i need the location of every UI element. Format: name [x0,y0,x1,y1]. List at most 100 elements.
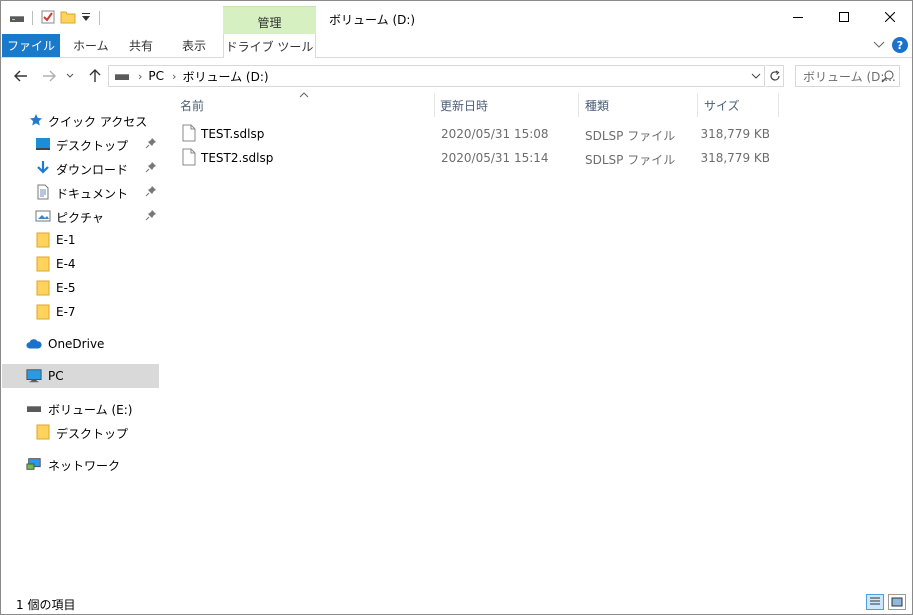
folder-icon [35,280,51,296]
nav-item-folder-e4[interactable]: E-4 [2,252,159,276]
nav-label: クイック アクセス [48,115,148,129]
help-icon: ? [896,38,904,52]
column-divider[interactable] [778,93,779,117]
folder-icon [35,256,51,272]
search-icon [881,70,894,83]
recent-locations-button[interactable] [63,66,77,86]
folder-icon [35,232,51,248]
tab-view[interactable]: 表示 [182,34,206,57]
folder-icon [35,304,51,320]
file-row[interactable]: TEST.sdlsp 2020/05/31 15:08 SDLSP ファイル 3… [180,123,780,145]
file-name: TEST.sdlsp [201,127,265,141]
address-history-button[interactable] [748,66,764,86]
file-icon [182,124,196,142]
computer-icon [26,368,42,384]
pin-icon[interactable] [145,137,157,149]
folder-icon [35,424,51,440]
nav-item-pc[interactable]: PC [2,364,159,388]
nav-item-onedrive[interactable]: OneDrive [2,332,159,356]
ribbon-expand-button[interactable] [872,38,886,52]
refresh-icon [769,70,780,81]
address-bar[interactable]: › PC › ボリューム (D:) [108,65,765,87]
breadcrumb-volume-d[interactable]: ボリューム (D:) [182,68,268,85]
column-header-size[interactable]: サイズ [704,93,778,117]
back-button[interactable] [11,66,31,86]
column-header-date[interactable]: 更新日時 [440,93,578,117]
network-icon [26,456,42,472]
details-view-button[interactable] [866,594,884,610]
chevron-down-icon [751,73,761,79]
pin-icon[interactable] [145,209,157,221]
item-count: 1 個の項目 [16,598,76,612]
pin-icon[interactable] [145,185,157,197]
nav-item-documents[interactable]: ドキュメント [2,180,159,204]
tab-share[interactable]: 共有 [129,34,153,57]
nav-quick-access[interactable]: クイック アクセス [2,108,159,132]
column-label: 種類 [585,98,610,113]
column-header-type[interactable]: 種類 [585,93,697,117]
column-divider[interactable] [578,93,579,117]
help-button[interactable]: ? [892,37,908,53]
large-icons-view-button[interactable] [888,594,906,610]
nav-item-folder-e5[interactable]: E-5 [2,276,159,300]
explorer-window: 管理 ボリューム (D:) ファイル ホーム 共有 表示 ドライブ ツール ? [0,0,913,615]
file-icon [182,148,196,166]
arrow-up-icon [89,69,101,82]
column-divider[interactable] [697,93,698,117]
drive-icon[interactable] [9,9,25,28]
nav-item-folder-e1[interactable]: E-1 [2,228,159,252]
nav-label: E-4 [56,257,76,271]
new-folder-icon[interactable] [60,9,76,28]
star-icon [28,112,44,128]
picture-icon [35,208,51,224]
file-list: 名前 更新日時 種類 サイズ TEST.sdlsp 2020/05/31 15:… [163,92,912,588]
column-label: サイズ [704,98,740,113]
file-date: 2020/05/31 15:08 [441,127,549,141]
nav-label: ダウンロード [56,163,129,177]
search-input[interactable]: ボリューム (D:... [795,65,900,87]
pin-icon[interactable] [145,161,157,173]
address-row: › PC › ボリューム (D:) ボリューム (D:... [1,59,912,92]
drive-icon [114,70,130,82]
properties-icon[interactable] [40,9,56,28]
nav-label: デスクトップ [56,139,129,153]
nav-label: ドキュメント [56,187,129,201]
close-button[interactable] [867,1,913,33]
chevron-down-icon [873,41,885,48]
nav-item-volume-e-desktop[interactable]: デスクトップ [2,420,159,444]
arrow-right-icon [43,70,56,82]
nav-label: E-7 [56,305,76,319]
maximize-button[interactable] [821,1,867,33]
customize-toolbar-icon[interactable] [80,11,92,26]
nav-item-downloads[interactable]: ダウンロード [2,156,159,180]
nav-item-network[interactable]: ネットワーク [2,452,159,476]
up-button[interactable] [85,66,105,86]
column-divider[interactable] [434,93,435,117]
column-header-name[interactable]: 名前 [180,93,435,117]
nav-item-pictures[interactable]: ピクチャ [2,204,159,228]
file-size: 318,779 KB [700,127,770,141]
file-name: TEST2.sdlsp [201,151,274,165]
breadcrumb-pc[interactable]: PC [148,69,164,83]
tab-drive-tools[interactable]: ドライブ ツール [223,34,316,58]
quick-access-toolbar [9,7,103,29]
details-view-icon [870,597,880,605]
arrow-left-icon [14,70,27,82]
file-row[interactable]: TEST2.sdlsp 2020/05/31 15:14 SDLSP ファイル … [180,147,780,169]
status-bar: 1 個の項目 [1,590,912,614]
tab-home[interactable]: ホーム [73,34,109,57]
window-title: ボリューム (D:) [329,13,416,27]
nav-item-desktop[interactable]: デスクトップ [2,132,159,156]
file-date: 2020/05/31 15:14 [441,151,549,165]
nav-item-folder-e7[interactable]: E-7 [2,300,159,324]
nav-item-volume-e[interactable]: ボリューム (E:) [2,396,159,420]
tab-file[interactable]: ファイル [2,34,60,57]
nav-label: E-5 [56,281,76,295]
refresh-button[interactable] [766,65,784,87]
minimize-button[interactable] [775,1,821,33]
nav-label: ボリューム (E:) [48,403,133,417]
toolbar-separator [32,11,33,25]
column-label: 名前 [180,98,205,113]
forward-button[interactable] [39,66,59,86]
download-icon [35,160,51,176]
